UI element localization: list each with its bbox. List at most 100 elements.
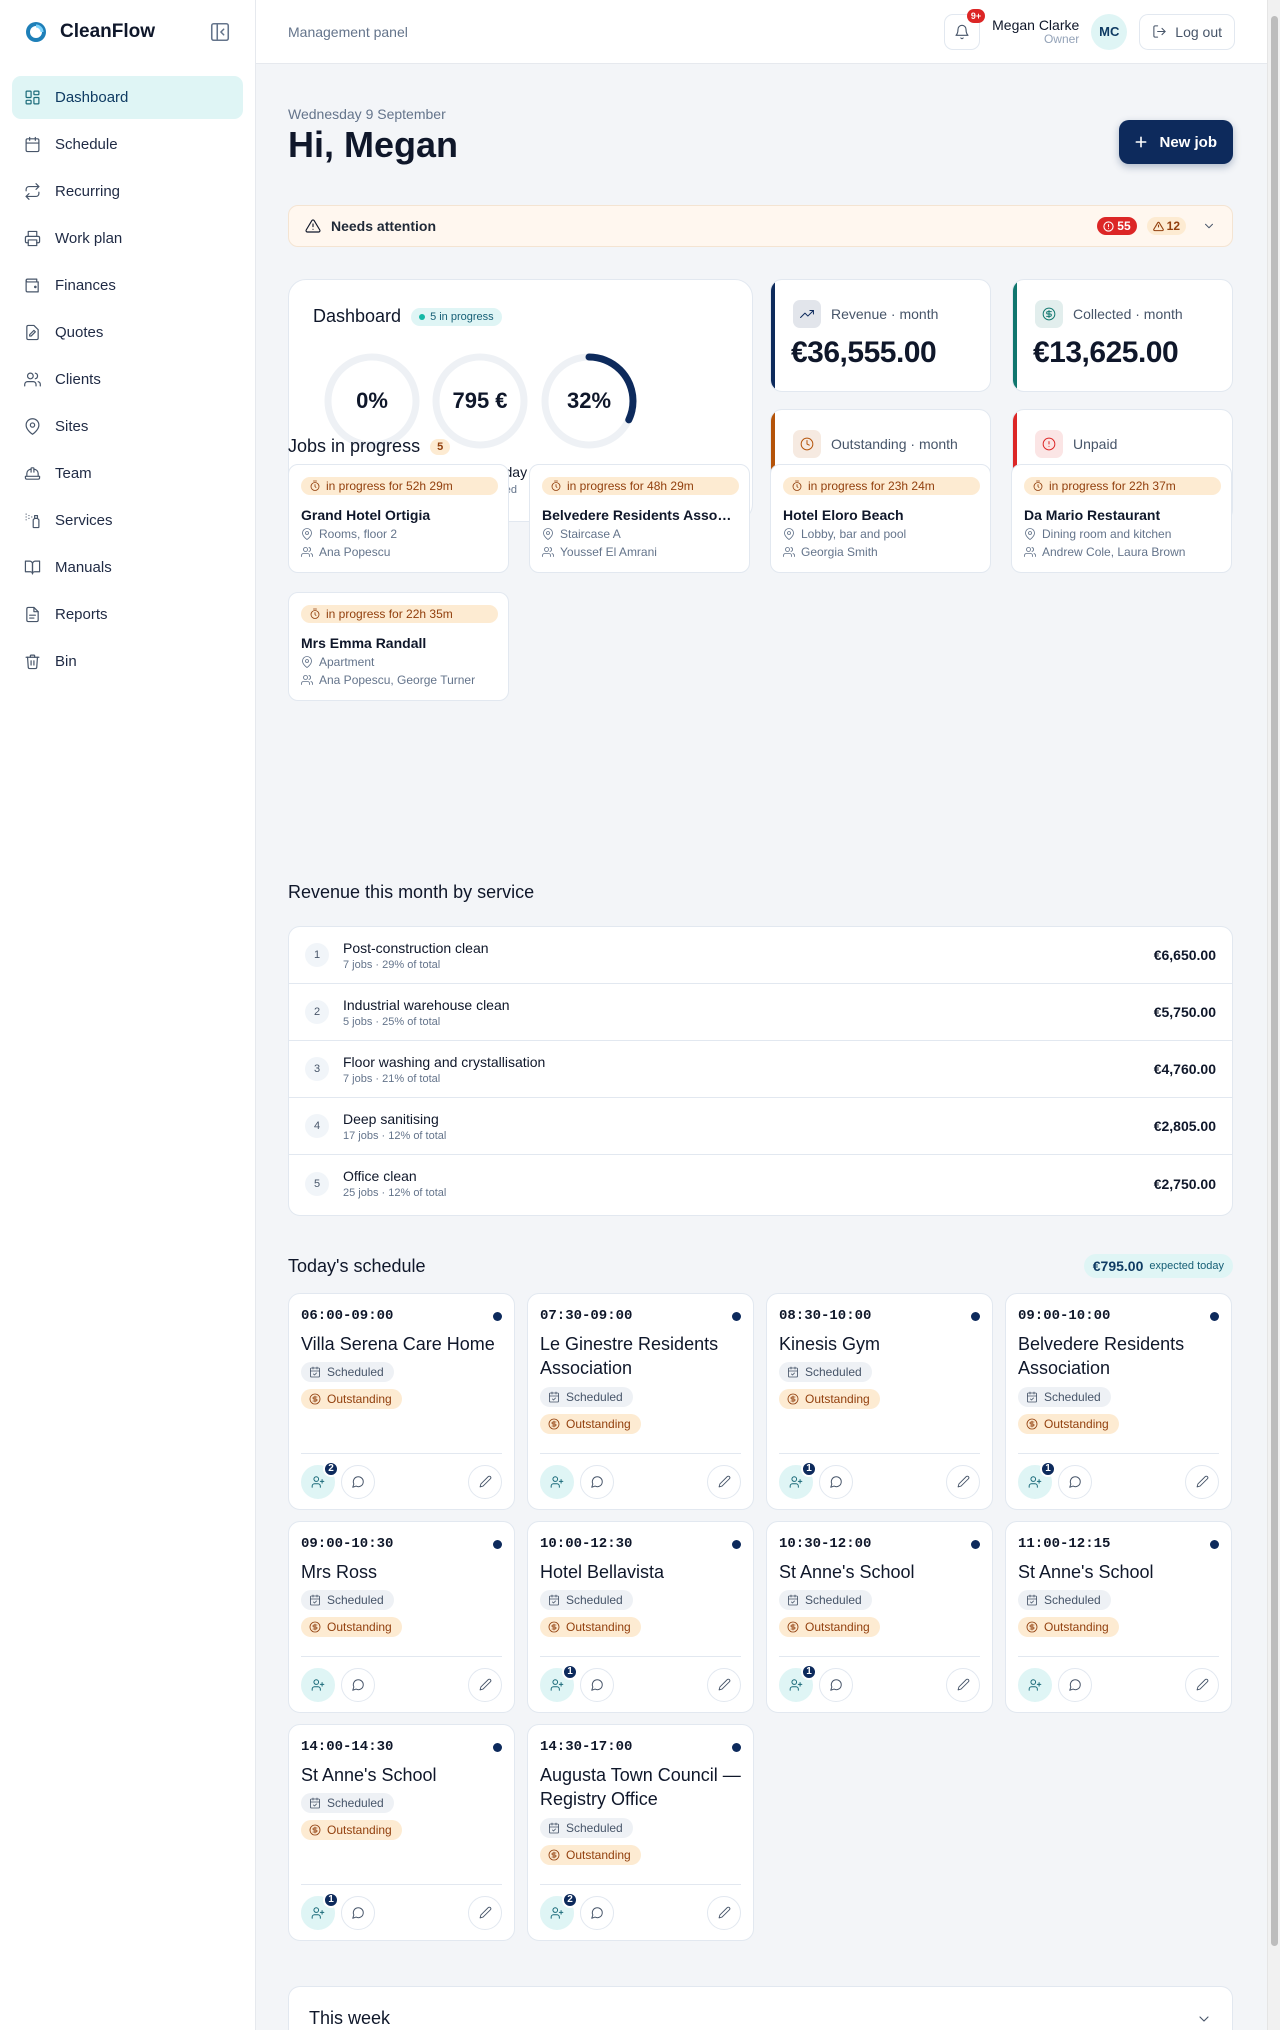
schedule-card[interactable]: 07:30-09:00 Le Ginestre Residents Associa… xyxy=(527,1293,754,1510)
user-plus-icon xyxy=(1028,1678,1042,1691)
edit-button[interactable] xyxy=(468,1667,502,1702)
schedule-card[interactable]: 10:30-12:00 St Anne's School Scheduled Outs… xyxy=(766,1521,993,1713)
assign-staff-button[interactable] xyxy=(301,1667,335,1702)
warning-count: 12 xyxy=(1166,219,1180,233)
avatar[interactable]: MC xyxy=(1091,13,1128,50)
comment-button[interactable] xyxy=(341,1895,375,1930)
edit-button[interactable] xyxy=(468,1464,502,1499)
sidebar-item-bin[interactable]: Bin xyxy=(12,640,243,683)
schedule-card[interactable]: 11:00-12:15 St Anne's School Scheduled Outs… xyxy=(1005,1521,1232,1713)
assign-staff-button[interactable]: 1 xyxy=(540,1663,578,1702)
assign-staff-button[interactable] xyxy=(1018,1667,1052,1702)
status-dot xyxy=(732,1539,741,1549)
job-name: Mrs Emma Randall xyxy=(301,635,427,651)
scheduled-pill: Scheduled xyxy=(540,1590,633,1611)
in-progress-text: 5 in progress xyxy=(430,310,494,323)
needs-attention-bar[interactable]: Needs attention 55 12 xyxy=(288,205,1233,247)
sidebar-item-work-plan[interactable]: Work plan xyxy=(12,217,243,260)
edit-button[interactable] xyxy=(707,1667,741,1702)
schedule-card[interactable]: 14:00-14:30 St Anne's School Scheduled Outs… xyxy=(288,1724,515,1941)
sidebar-item-recurring[interactable]: Recurring xyxy=(12,170,243,213)
sidebar-nav: Dashboard Schedule Recurring Work plan Finan… xyxy=(0,64,255,699)
chevron-down-icon[interactable] xyxy=(1202,219,1216,233)
assign-staff-button[interactable]: 1 xyxy=(1018,1460,1056,1499)
collected-month-card[interactable]: Collected · month €13,625.00 xyxy=(1012,279,1233,392)
users-icon xyxy=(1024,547,1036,557)
revenue-service-row[interactable]: 2 Industrial warehouse clean 5 jobs · 25% … xyxy=(289,984,1232,1041)
sidebar-item-manuals[interactable]: Manuals xyxy=(12,546,243,589)
new-job-button[interactable]: New job xyxy=(1119,120,1233,164)
notifications-button[interactable]: 9+ xyxy=(944,8,986,50)
assign-staff-button[interactable] xyxy=(540,1464,574,1499)
sidebar-item-label: Work plan xyxy=(55,230,123,247)
edit-button[interactable] xyxy=(1185,1464,1219,1499)
revenue-service-row[interactable]: 4 Deep sanitising 17 jobs · 12% of total €2… xyxy=(289,1098,1232,1155)
chevron-down-icon[interactable] xyxy=(1196,2011,1212,2027)
sidebar-item-label: Sites xyxy=(55,418,89,435)
assign-staff-button[interactable]: 2 xyxy=(301,1460,339,1499)
job-in-progress-card[interactable]: in progress for 48h 29m Belvedere Residen… xyxy=(529,464,750,573)
sidebar-item-clients[interactable]: Clients xyxy=(12,358,243,401)
user-name: Megan Clarke xyxy=(992,16,1080,33)
job-in-progress-card[interactable]: in progress for 22h 35m Mrs Emma Randall A… xyxy=(288,592,509,701)
schedule-card[interactable]: 09:00-10:00 Belvedere Residents Associati… xyxy=(1005,1293,1232,1510)
pencil-icon xyxy=(479,1678,491,1691)
job-timer-pill: in progress for 22h 37m xyxy=(1024,477,1221,495)
assign-staff-button[interactable]: 1 xyxy=(301,1891,339,1930)
this-week-title: This week xyxy=(309,2008,391,2028)
schedule-card[interactable]: 06:00-09:00 Villa Serena Care Home Schedul… xyxy=(288,1293,515,1510)
comment-button[interactable] xyxy=(580,1667,614,1702)
sidebar-item-reports[interactable]: Reports xyxy=(12,593,243,636)
edit-button[interactable] xyxy=(946,1667,980,1702)
logout-button[interactable]: Log out xyxy=(1139,13,1235,50)
sidebar-item-quotes[interactable]: Quotes xyxy=(12,311,243,354)
book-icon xyxy=(24,560,41,575)
assign-staff-button[interactable]: 1 xyxy=(779,1460,817,1499)
revenue-service-row[interactable]: 5 Office clean 25 jobs · 12% of total €2,75… xyxy=(289,1155,1232,1212)
repeat-icon xyxy=(25,183,40,200)
comment-button[interactable] xyxy=(1058,1667,1092,1702)
job-in-progress-card[interactable]: in progress for 52h 29m Grand Hotel Ortig… xyxy=(288,464,509,573)
edit-button[interactable] xyxy=(946,1464,980,1499)
sidebar-item-dashboard[interactable]: Dashboard xyxy=(12,76,243,119)
sidebar-item-finances[interactable]: Finances xyxy=(12,264,243,307)
revenue-by-service-heading: Revenue this month by service xyxy=(288,882,535,902)
this-week-panel[interactable]: This week xyxy=(288,1986,1233,2030)
comment-button[interactable] xyxy=(341,1667,375,1702)
assign-staff-button[interactable]: 2 xyxy=(540,1891,578,1930)
comment-button[interactable] xyxy=(1058,1464,1092,1499)
comment-button[interactable] xyxy=(580,1464,614,1499)
comment-button[interactable] xyxy=(819,1667,853,1702)
sidebar-item-sites[interactable]: Sites xyxy=(12,405,243,448)
assign-staff-button[interactable]: 1 xyxy=(779,1663,817,1702)
scroll-thumb[interactable] xyxy=(1271,16,1278,1946)
page-scrollbar[interactable] xyxy=(1267,0,1280,2030)
schedule-card[interactable]: 14:30-17:00 Augusta Town Council — Regist… xyxy=(527,1724,754,1941)
edit-button[interactable] xyxy=(1185,1667,1219,1702)
job-in-progress-card[interactable]: in progress for 23h 24m Hotel Eloro Beach… xyxy=(770,464,991,573)
edit-button[interactable] xyxy=(468,1895,502,1930)
comment-button[interactable] xyxy=(580,1895,614,1930)
schedule-card[interactable]: 10:00-12:30 Hotel Bellavista Scheduled Outs… xyxy=(527,1521,754,1713)
sidebar-item-schedule[interactable]: Schedule xyxy=(12,123,243,166)
comment-button[interactable] xyxy=(341,1464,375,1499)
edit-button[interactable] xyxy=(707,1895,741,1930)
job-timer-pill: in progress for 52h 29m xyxy=(301,477,498,495)
user-plus-icon xyxy=(311,1678,325,1691)
map-pin-icon xyxy=(25,418,40,435)
sidebar-collapse-icon[interactable] xyxy=(209,21,231,43)
revenue-service-row[interactable]: 3 Floor washing and crystallisation 7 jobs… xyxy=(289,1041,1232,1098)
job-in-progress-card[interactable]: in progress for 22h 37m Da Mario Restaura… xyxy=(1011,464,1232,573)
comment-button[interactable] xyxy=(819,1464,853,1499)
revenue-service-row[interactable]: 1 Post-construction clean 7 jobs · 29% of … xyxy=(289,927,1232,984)
job-staff-text: Ana Popescu xyxy=(319,545,391,559)
schedule-card[interactable]: 09:00-10:30 Mrs Ross Scheduled Outstanding xyxy=(288,1521,515,1713)
revenue-month-card[interactable]: Revenue · month €36,555.00 xyxy=(770,279,991,392)
sidebar-item-team[interactable]: Team xyxy=(12,452,243,495)
schedule-card[interactable]: 08:30-10:00 Kinesis Gym Scheduled Outstandi… xyxy=(766,1293,993,1510)
chat-icon xyxy=(591,1906,603,1919)
edit-button[interactable] xyxy=(707,1464,741,1499)
scheduled-pill: Scheduled xyxy=(1018,1590,1111,1611)
assigned-count: 1 xyxy=(801,1663,817,1680)
sidebar-item-services[interactable]: Services xyxy=(12,499,243,542)
